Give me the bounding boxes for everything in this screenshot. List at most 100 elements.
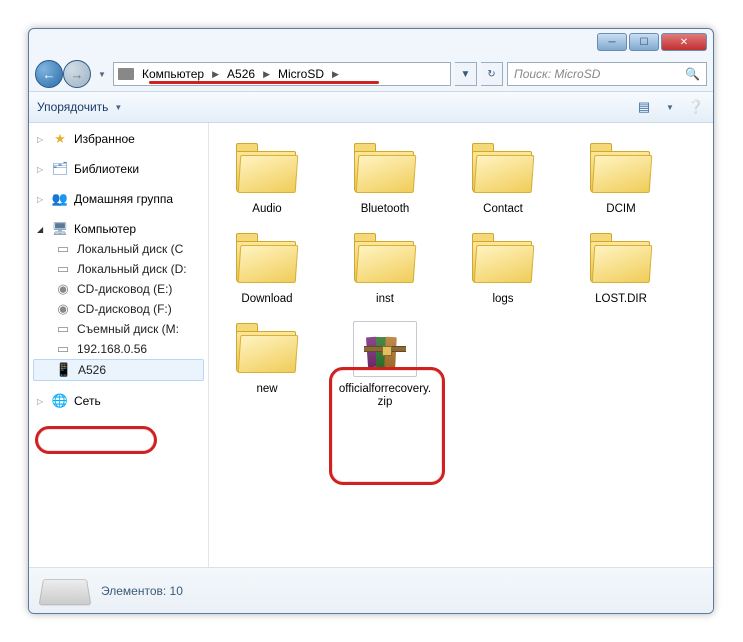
- sidebar-cd-f[interactable]: ◉ CD-дисковод (F:): [33, 299, 204, 319]
- refresh-button[interactable]: ↻: [481, 62, 503, 86]
- chevron-right-icon[interactable]: ▶: [330, 69, 341, 80]
- phone-icon: 📱: [56, 362, 72, 378]
- sidebar-label: CD-дисковод (E:): [77, 282, 172, 296]
- file-officialforrecovery-zip[interactable]: officialforrecovery.zip: [335, 317, 435, 415]
- search-icon[interactable]: 🔍: [685, 67, 700, 81]
- folder-bluetooth[interactable]: Bluetooth: [335, 137, 435, 221]
- folder-dcim[interactable]: DCIM: [571, 137, 671, 221]
- folder-icon: [232, 141, 302, 197]
- folder-logs[interactable]: logs: [453, 227, 553, 311]
- homegroup-icon: 👥: [52, 191, 68, 207]
- folder-icon: [350, 141, 420, 197]
- cd-icon: ◉: [55, 301, 71, 317]
- sidebar-drive-d[interactable]: ▭ Локальный диск (D:: [33, 259, 204, 279]
- item-label: LOST.DIR: [595, 293, 647, 307]
- folder-contact[interactable]: Contact: [453, 137, 553, 221]
- folder-icon: [232, 231, 302, 287]
- folder-icon: [586, 231, 656, 287]
- item-label: officialforrecovery.zip: [337, 383, 433, 411]
- drive-icon: [118, 68, 134, 80]
- body: ▷ ★ Избранное ▷ 🗂 Библиотеки ▷ 👥 Домашня…: [29, 123, 713, 567]
- folder-download[interactable]: Download: [217, 227, 317, 311]
- search-input[interactable]: Поиск: MicroSD 🔍: [507, 62, 707, 86]
- folder-icon: [468, 141, 538, 197]
- sidebar-label: 192.168.0.56: [77, 342, 147, 356]
- sidebar-favorites[interactable]: ▷ ★ Избранное: [33, 129, 204, 149]
- breadcrumb-a526[interactable]: A526: [223, 67, 259, 81]
- folder-icon: [232, 321, 302, 377]
- navigation-bar: ← → ▼ Компьютер ▶ A526 ▶ MicroSD ▶ ▼ ↻ П…: [29, 57, 713, 91]
- item-label: logs: [492, 293, 513, 307]
- computer-icon: 🖥: [52, 221, 68, 237]
- sidebar-label: Библиотеки: [74, 162, 139, 176]
- sidebar-label: Локальный диск (D:: [77, 262, 187, 276]
- network-drive-icon: ▭: [55, 341, 71, 357]
- help-button[interactable]: ❔: [687, 98, 705, 116]
- sidebar-label: A526: [78, 363, 106, 377]
- sidebar-libraries[interactable]: ▷ 🗂 Библиотеки: [33, 159, 204, 179]
- sidebar-computer[interactable]: ◢ 🖥 Компьютер: [33, 219, 204, 239]
- breadcrumb-microsd[interactable]: MicroSD: [274, 67, 328, 81]
- folder-icon: [350, 231, 420, 287]
- status-count: Элементов: 10: [101, 584, 183, 598]
- breadcrumb-computer[interactable]: Компьютер: [138, 67, 208, 81]
- sidebar-cd-e[interactable]: ◉ CD-дисковод (E:): [33, 279, 204, 299]
- chevron-down-icon[interactable]: ▼: [661, 98, 679, 116]
- sidebar-label: Избранное: [74, 132, 135, 146]
- explorer-window: ─ ☐ ✕ ← → ▼ Компьютер ▶ A526 ▶ MicroSD ▶…: [28, 28, 714, 614]
- file-list[interactable]: Audio Bluetooth Contact DCIM Download in…: [209, 123, 713, 567]
- chevron-right-icon[interactable]: ▶: [261, 69, 272, 80]
- expand-icon[interactable]: ▷: [37, 135, 46, 144]
- item-label: Download: [241, 293, 292, 307]
- back-button[interactable]: ←: [35, 60, 63, 88]
- forward-button[interactable]: →: [63, 60, 91, 88]
- sidebar-removable-m[interactable]: ▭ Съемный диск (M:: [33, 319, 204, 339]
- expand-icon[interactable]: ▷: [37, 195, 46, 204]
- toolbar: Упорядочить ▼ ▤ ▼ ❔: [29, 91, 713, 123]
- archive-icon: [353, 321, 417, 377]
- close-button[interactable]: ✕: [661, 33, 707, 51]
- folder-lostdir[interactable]: LOST.DIR: [571, 227, 671, 311]
- sidebar-drive-c[interactable]: ▭ Локальный диск (C: [33, 239, 204, 259]
- sidebar-network-ip[interactable]: ▭ 192.168.0.56: [33, 339, 204, 359]
- sidebar-label: CD-дисковод (F:): [77, 302, 172, 316]
- sidebar-label: Локальный диск (C: [77, 242, 183, 256]
- expand-icon[interactable]: ▷: [37, 165, 46, 174]
- title-bar: ─ ☐ ✕: [29, 29, 713, 57]
- sidebar-label: Съемный диск (M:: [77, 322, 179, 336]
- collapse-icon[interactable]: ◢: [37, 225, 46, 234]
- view-options-button[interactable]: ▤: [635, 98, 653, 116]
- drive-icon: [39, 579, 92, 605]
- item-label: DCIM: [606, 203, 635, 217]
- minimize-button[interactable]: ─: [597, 33, 627, 51]
- address-dropdown[interactable]: ▼: [455, 62, 477, 86]
- removable-icon: ▭: [55, 321, 71, 337]
- folder-icon: [468, 231, 538, 287]
- item-label: inst: [376, 293, 394, 307]
- organize-button[interactable]: Упорядочить: [37, 100, 108, 114]
- history-dropdown[interactable]: ▼: [95, 61, 109, 87]
- folder-inst[interactable]: inst: [335, 227, 435, 311]
- sidebar-label: Компьютер: [74, 222, 136, 236]
- item-label: Bluetooth: [361, 203, 410, 217]
- search-placeholder: Поиск: MicroSD: [514, 67, 600, 81]
- chevron-right-icon[interactable]: ▶: [210, 69, 221, 80]
- item-label: Audio: [252, 203, 281, 217]
- item-label: new: [256, 383, 277, 397]
- drive-icon: ▭: [55, 241, 71, 257]
- expand-icon[interactable]: ▷: [37, 397, 46, 406]
- sidebar-homegroup[interactable]: ▷ 👥 Домашняя группа: [33, 189, 204, 209]
- status-bar: Элементов: 10: [29, 567, 713, 613]
- folder-new[interactable]: new: [217, 317, 317, 415]
- libraries-icon: 🗂: [52, 161, 68, 177]
- maximize-button[interactable]: ☐: [629, 33, 659, 51]
- chevron-down-icon[interactable]: ▼: [114, 103, 122, 112]
- sidebar-device-a526[interactable]: 📱 A526: [33, 359, 204, 381]
- drive-icon: ▭: [55, 261, 71, 277]
- annotation-underline: [149, 81, 379, 84]
- folder-audio[interactable]: Audio: [217, 137, 317, 221]
- cd-icon: ◉: [55, 281, 71, 297]
- item-label: Contact: [483, 203, 523, 217]
- sidebar-network[interactable]: ▷ 🌐 Сеть: [33, 391, 204, 411]
- sidebar-label: Домашняя группа: [74, 192, 173, 206]
